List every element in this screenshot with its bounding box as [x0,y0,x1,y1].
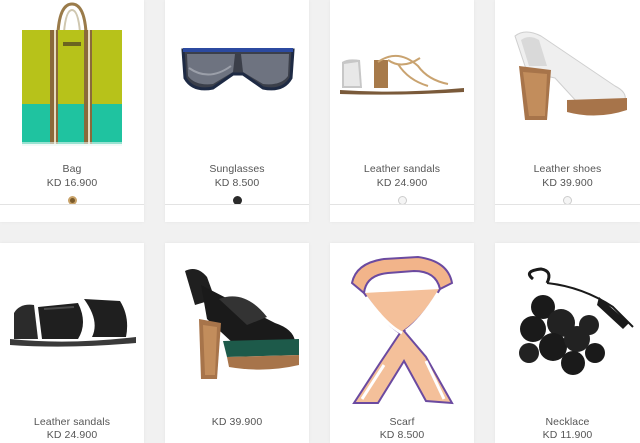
product-name[interactable]: Sunglasses [165,163,309,175]
color-swatches [330,192,474,205]
product-name[interactable]: Leather sandals [0,416,144,428]
product-card-necklace[interactable]: Necklace KD 11.900 [495,243,640,443]
product-name[interactable]: Necklace [495,416,640,428]
product-price: KD 16.900 [46,177,98,189]
product-card-scarf[interactable]: Scarf KD 8.500 [330,243,474,443]
color-swatches [165,192,309,205]
color-swatches [0,192,144,205]
product-price: KD 39.900 [542,177,593,189]
scarf-image[interactable] [344,253,460,405]
product-price: KD 11.900 [542,429,593,441]
heels-image[interactable] [175,265,303,381]
sandals-image[interactable] [338,50,466,96]
product-name[interactable]: Bag [0,163,144,175]
product-card-leather-sandals-2[interactable]: Leather sandals KD 24.900 [0,243,144,443]
card-divider [165,204,309,205]
product-price: KD 8.500 [214,177,260,189]
card-divider [0,204,144,205]
product-price: KD 24.900 [46,429,98,441]
product-card-platform-heels[interactable]: KD 39.900 [165,243,309,443]
product-card-bag[interactable]: Bag KD 16.900 [0,0,144,222]
card-divider [330,204,474,205]
product-price: KD 24.900 [376,177,428,189]
shoes-image[interactable] [507,26,631,122]
black-sandals-image[interactable] [8,293,138,349]
product-card-sunglasses[interactable]: Sunglasses KD 8.500 [165,0,309,222]
product-price: KD 8.500 [379,429,425,441]
color-swatches [495,192,640,205]
product-name[interactable]: Scarf [330,416,474,428]
product-card-leather-sandals[interactable]: Leather sandals KD 24.900 [330,0,474,222]
product-name[interactable]: Leather shoes [495,163,640,175]
bag-image[interactable] [20,2,124,148]
product-card-leather-shoes[interactable]: Leather shoes KD 39.900 [495,0,640,222]
card-divider [495,204,640,205]
product-price: KD 39.900 [211,416,263,428]
necklace-image[interactable] [503,267,635,391]
sunglasses-image[interactable] [179,42,297,102]
product-name[interactable]: Leather sandals [330,163,474,175]
